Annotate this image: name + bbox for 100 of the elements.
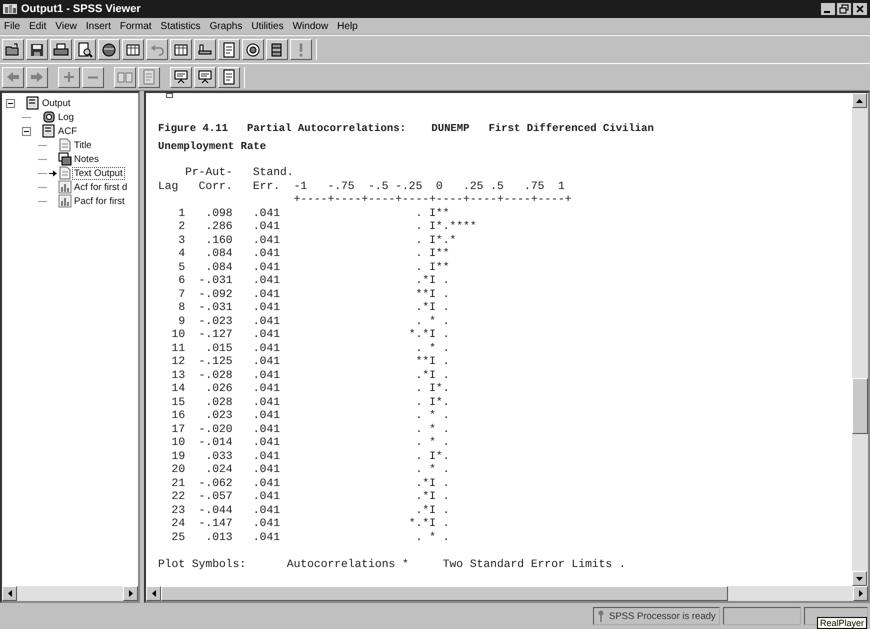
plot-cell-text: . I*. [414,396,450,410]
axis-rule: +----+----+----+----+----+----+----+----+ [294,194,573,208]
column-header: Lag [158,180,180,194]
expander-icon[interactable] [22,126,31,136]
correlation-cell-text: -.092 [198,288,233,302]
toolbar-button[interactable] [218,66,240,88]
menu-item[interactable]: Format [120,20,152,32]
menu-item[interactable]: File [4,20,20,32]
horizontal-scrollbar[interactable] [2,586,138,601]
correlation-cell-text: .098 [204,208,233,221]
toolbar-button[interactable] [122,39,144,60]
correlation-cell-text: .023 [204,410,233,424]
plot-legend: Plot Symbols: Autocorrelations * Two Standard Error Limits . [158,558,852,572]
outline-item[interactable]: Output [41,98,72,108]
item-marker-icon [166,93,173,98]
correlation-cell-text: .026 [204,383,233,396]
scroll-down-icon[interactable] [856,576,863,580]
toolbar-button[interactable] [194,66,216,88]
error-cell-text: .041 [252,316,282,329]
correlation-cell-text: .160 [204,234,233,248]
page-icon [58,166,72,180]
toolbar-button[interactable] [170,66,192,88]
lag-cell-text: 10 [170,437,186,450]
correlation-cell-text: .033 [204,450,233,464]
correlation-cell-text: -.125 [198,356,233,370]
toolbar-button[interactable] [98,39,120,60]
toolbar-button[interactable] [2,39,24,60]
menu-item[interactable]: Statistics [160,20,201,32]
error-cell-text: .041 [252,288,282,302]
error-cell-text: .041 [252,370,282,383]
book-icon [42,124,56,138]
correlation-cell-text: -.044 [198,504,233,518]
menu-item[interactable]: Graphs [210,20,242,32]
scroll-right-icon[interactable] [858,590,862,597]
scroll-up-icon[interactable] [856,98,863,102]
lag-cell-text: 1 [177,208,186,221]
lag-cell-text: 2 [177,221,186,234]
correlation-cell-text: -.147 [198,518,233,532]
scroll-thumb[interactable] [161,586,728,601]
plot-cell-text: . I*.* [414,234,458,248]
error-cell-text: .041 [252,491,282,504]
minimize-icon[interactable] [821,3,835,15]
toolbar-button[interactable] [242,39,264,60]
menu-item[interactable]: Window [292,20,328,32]
scroll-left-icon[interactable] [152,590,156,597]
error-cell-text: .041 [252,410,282,424]
close-icon[interactable] [853,3,867,15]
scroll-left-icon[interactable] [8,590,12,597]
outline-item[interactable]: Text Output [73,168,124,178]
plot-cell-text: . * . [414,424,450,436]
expander-icon[interactable] [6,98,15,108]
toolbar-button[interactable] [170,39,192,60]
correlation-cell-text: -.023 [198,316,233,329]
lag-cell-text: 19 [170,450,186,464]
lag-cell-text: 14 [170,383,186,396]
plot-cell-text: . * . [414,532,450,545]
grid-icon [125,42,141,58]
error-cell-text: .041 [252,275,282,288]
scroll-thumb[interactable] [852,378,868,434]
plot-cell-text: . * . [414,342,450,356]
toolbar-button[interactable] [194,39,216,60]
plot-cell-text: **I . [414,288,450,302]
outline-item[interactable]: Pacf for first [73,196,126,206]
outline-item[interactable]: Notes [73,154,100,164]
scroll-right-icon[interactable] [128,590,132,597]
toolbar-button[interactable] [266,39,288,60]
outline-item[interactable]: Title [73,140,93,150]
lag-cell-text: 25 [170,532,186,545]
error-cell-text: .041 [252,221,282,234]
menu-item[interactable]: View [55,20,77,32]
correlation-cell-text: -.127 [198,329,233,342]
error-cell-text: .041 [252,450,282,464]
outline-item[interactable]: Log [57,112,75,122]
lag-cell-text: 23 [170,504,186,518]
toolbar-button[interactable] [218,39,240,60]
menu-item[interactable]: Edit [29,20,46,32]
outline-item[interactable]: ACF [57,126,78,136]
vertical-scrollbar[interactable] [852,93,868,586]
lag-cell-text: 4 [177,248,186,262]
plot-cell-text: . I** [414,208,450,220]
correlation-cell-text: -.020 [198,424,233,437]
minus-icon [88,76,98,78]
lag-cell-text: 6 [177,275,186,288]
outline-item[interactable]: Acf for first d [73,182,128,192]
menu-item[interactable]: Utilities [251,20,284,32]
toolbar-button[interactable] [26,39,48,60]
lag-cell-text: 7 [177,288,186,302]
restore-icon[interactable] [837,3,851,15]
error-cell-text: .041 [252,383,282,396]
chart-icon [58,180,72,194]
toolbar-button[interactable] [74,39,96,60]
error-cell-text: .041 [252,518,282,532]
menu-item[interactable]: Help [337,20,358,32]
lag-cell-text: 22 [170,491,186,504]
title-icon [197,69,213,85]
menu-item[interactable]: Insert [86,20,111,32]
plot-cell-text: .*I . [414,504,450,518]
lag-cell-text: 17 [170,424,186,437]
horizontal-scrollbar[interactable] [146,586,868,601]
toolbar-button[interactable] [50,39,72,60]
